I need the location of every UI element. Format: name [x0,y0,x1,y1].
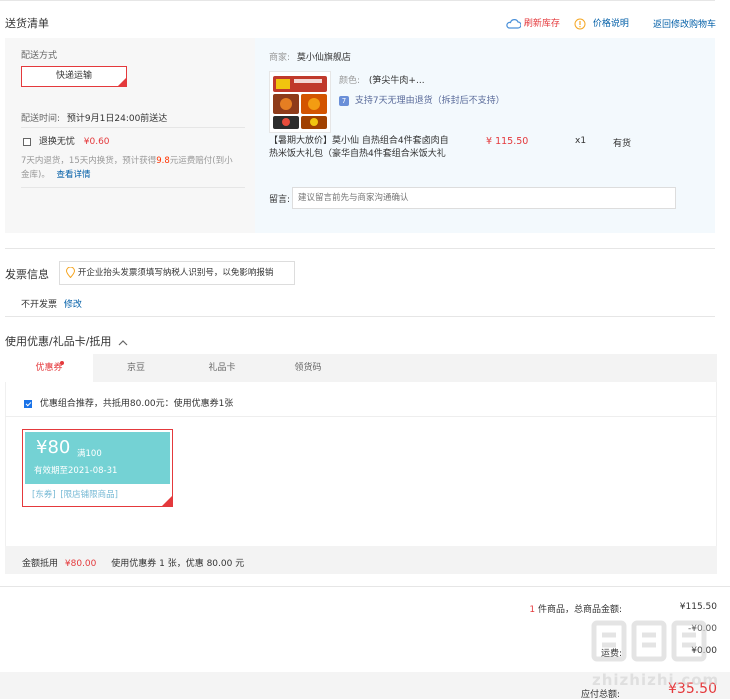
express-shipping-option[interactable]: 快递运输 [21,66,127,87]
delivery-bottom-divider [5,248,715,249]
shipping-divider-1 [21,127,245,128]
coupon-summary-label: 金额抵用 [22,559,59,569]
product-thumbnail-graphic [273,76,327,129]
tab-jingdou[interactable]: 京豆 [93,354,179,382]
merchant-row: 商家: 莫小仙旗舰店 [269,50,351,63]
invoice-bottom-divider [5,316,715,317]
tab-gift-card[interactable]: 礼品卡 [179,354,265,382]
color-label: 颜色: [339,76,361,86]
return-policy-icon: 7 [339,95,349,106]
product-price: ¥ 115.50 [486,136,529,147]
chevron-up-icon [118,339,128,345]
coupon-amount: ¥80 [36,437,71,458]
cloud-icon [506,18,522,29]
product-quantity: x1 [575,136,587,146]
discount-amount: -¥0.00 [687,624,717,634]
refresh-stock-label: 刷新库存 [523,19,560,29]
coupon-summary: 金额抵用 ¥80.00 使用优惠券 1 张，优惠 80.00 元 [22,556,244,569]
worry-free-desc-b: 元运费赔付(到小 [169,156,233,166]
worry-free-checkbox[interactable] [23,137,31,146]
worry-free-price: ¥0.60 [83,137,110,147]
express-shipping-label: 快递运输 [55,71,92,81]
return-policy-text: 支持7天无理由退货（拆封后不支持） [354,96,505,106]
new-dot-badge [60,361,64,365]
back-to-cart-link[interactable]: 返回修改购物车 [653,17,716,30]
product-title[interactable]: 【暑期大放价】莫小仙 自热组合4件套卤肉自 热米饭大礼包（豪华自热4件套组合米饭… [269,135,464,161]
payable-label: 应付总额: [580,690,620,700]
coupon-section-toggle[interactable]: 使用优惠/礼品卡/抵用 [5,333,128,349]
color-value: (笋尖牛肉+... [368,76,425,86]
location-pin-icon [65,266,76,279]
worry-free-description: 7天内退货，15天内换货，预计获得9.8元运费赔付(到小 金库)。 查看详情 [21,154,246,182]
goods-count-text: 件商品，总商品金额: [535,605,622,615]
tab-coupons[interactable]: 优惠券 [5,354,93,382]
delivery-time: 配送时间: 预计9月1日24:00前送达 [21,111,167,124]
product-title-line2: 热米饭大礼包（豪华自热4件套组合米饭大礼 [269,149,446,159]
product-image[interactable] [269,71,331,133]
delivery-time-value: 预计9月1日24:00前送达 [66,114,168,124]
goods-amount: ¥115.50 [679,602,717,612]
coupon-selected-corner [162,496,172,506]
top-divider [0,0,715,1]
info-icon [574,18,586,29]
recommend-row: 优惠组合推荐，共抵用80.00元：使用优惠券1张 [24,396,233,409]
coupon-tag-limit: [限店铺限商品] [60,490,118,500]
freight-amount: ¥0.00 [691,646,717,656]
coupon-summary-desc: 使用优惠券 1 张，优惠 80.00 元 [111,559,245,569]
invoice-section-title: 发票信息 [5,268,49,281]
invoice-tip-box: 开企业抬头发票须填写纳税人识别号，以免影响报销 [59,261,295,285]
remark-input[interactable] [292,187,676,209]
delivery-section-title: 送货清单 [5,17,49,30]
coupon-threshold: 满100 [77,449,102,459]
merchant-label: 商家: [269,53,291,63]
worry-free-label: 退换无忧 [38,137,75,147]
shipping-divider-2 [21,187,245,188]
delivery-time-label: 配送时间: [21,114,61,124]
tab-pickup-code[interactable]: 领货码 [265,354,351,382]
invoice-tip-text: 开企业抬头发票须填写纳税人识别号，以免影响报销 [77,268,274,278]
coupon-card-header: ¥80 满100 有效期至2021-08-31 [25,432,170,484]
invoice-status-row: 不开发票 修改 [21,297,82,310]
refresh-stock-link[interactable]: 刷新库存 [506,16,560,29]
freight-label: 运费: [600,649,622,659]
merchant-name[interactable]: 莫小仙旗舰店 [297,53,351,63]
payable-amount: ¥35.50 [668,681,717,697]
coupon-tags: [东券] [限店铺限商品] [32,488,118,500]
invoice-status: 不开发票 [21,300,58,310]
price-note-link[interactable]: 价格说明 [574,16,629,30]
totals-divider [0,586,730,587]
selected-corner-mark [118,78,126,86]
worry-free-desc-c: 金库)。 [21,170,50,180]
goods-count-label: 1 件商品，总商品金额: [480,602,622,615]
price-note-label: 价格说明 [592,19,629,29]
coupon-card[interactable]: ¥80 满100 有效期至2021-08-31 [东券] [限店铺限商品] [22,429,173,507]
recommend-text: 优惠组合推荐，共抵用80.00元：使用优惠券1张 [39,399,234,409]
payable-bar [0,672,730,699]
shipping-method-label: 配送方式 [21,51,58,61]
recommend-divider [5,416,717,417]
coupon-validity: 有效期至2021-08-31 [34,466,118,476]
return-policy-row: 7 支持7天无理由退货（拆封后不支持） [339,93,505,106]
recommend-checkbox[interactable] [24,399,32,408]
remark-label: 留言: [269,195,291,205]
product-title-line1: 【暑期大放价】莫小仙 自热组合4件套卤肉自 [269,136,449,146]
worry-free-row: 退换无忧 ¥0.60 [23,134,110,147]
tab-coupons-label: 优惠券 [35,363,63,373]
coupon-summary-amount: ¥80.00 [64,559,97,569]
worry-free-details-link[interactable]: 查看详情 [57,170,91,180]
coupon-section-title: 使用优惠/礼品卡/抵用 [5,335,112,348]
worry-free-desc-a: 7天内退货，15天内换货，预计获得 [21,156,157,166]
coupon-tag-dong: [东券] [32,490,56,500]
stock-status: 有货 [613,139,632,149]
color-row: 颜色: (笋尖牛肉+... [339,73,425,86]
invoice-modify-link[interactable]: 修改 [64,300,82,310]
worry-free-desc-amount: 9.8 [156,156,170,166]
